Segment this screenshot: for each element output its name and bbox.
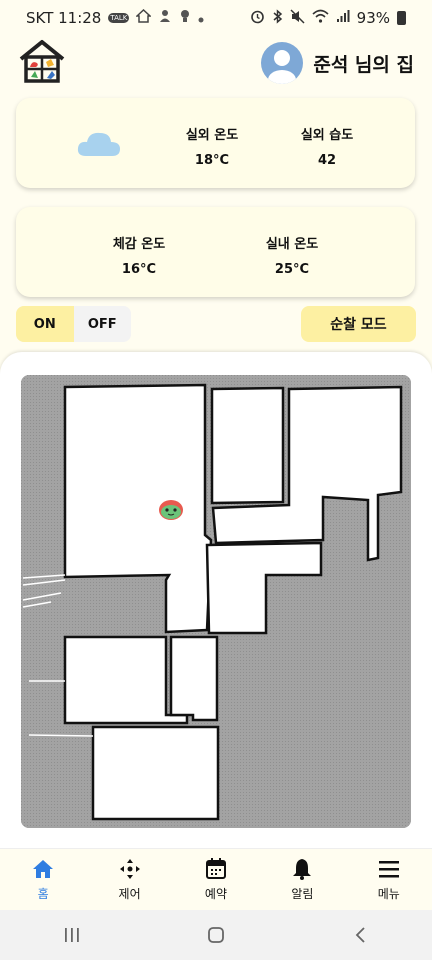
nav-menu[interactable]: 메뉴 <box>346 858 432 902</box>
nav-menu-label: 메뉴 <box>377 886 400 901</box>
lightbulb-notification-icon <box>179 9 191 27</box>
outdoor-temp-stat: 실외 온도 18°C <box>157 124 267 168</box>
system-home-button[interactable] <box>186 915 246 955</box>
battery-percent: 93% <box>356 9 390 27</box>
status-left: SKT 11:28 TALK <box>26 8 204 27</box>
alarm-icon <box>250 9 265 28</box>
calendar-icon <box>205 858 226 880</box>
signal-icon <box>336 9 350 27</box>
outdoor-temp-value: 18°C <box>194 153 230 168</box>
profile-area[interactable]: 준석 님의 집 <box>261 42 414 84</box>
nav-schedule[interactable]: 예약 <box>173 858 259 902</box>
wifi-icon <box>312 9 329 27</box>
bottom-room <box>91 725 220 821</box>
feels-like-value: 16°C <box>121 262 157 277</box>
weather-card: 실외 온도 18°C 실외 습도 42 <box>16 98 415 188</box>
feels-like-stat: 체감 온도 16°C <box>84 233 194 277</box>
power-toggle: ON OFF <box>16 306 131 342</box>
home-title: 준석 님의 집 <box>313 53 414 76</box>
indoor-temp-value: 25°C <box>274 262 310 277</box>
mute-icon <box>290 8 305 28</box>
back-chevron-icon <box>355 927 365 943</box>
carrier-time: SKT 11:28 <box>26 9 102 27</box>
app-header: 준석 님의 집 <box>0 36 432 90</box>
off-button[interactable]: OFF <box>73 306 131 342</box>
patrol-mode-button[interactable]: 순찰 모드 <box>301 306 416 342</box>
more-notifications-dot <box>198 9 204 27</box>
menu-icon <box>378 858 400 880</box>
talk-notification-icon: TALK <box>108 13 130 23</box>
outdoor-temp-label: 실외 온도 <box>185 128 239 143</box>
recent-apps-icon <box>65 928 79 942</box>
outdoor-humidity-value: 42 <box>317 153 337 168</box>
system-navigation-bar <box>0 910 432 960</box>
outdoor-humidity-label: 실외 습도 <box>300 128 354 143</box>
status-right: 93% <box>250 8 406 28</box>
bedroom-center <box>210 386 285 505</box>
bell-icon <box>292 858 312 880</box>
nav-alerts[interactable]: 알림 <box>259 858 345 902</box>
system-back-button[interactable] <box>330 915 390 955</box>
cloud-icon <box>76 128 122 162</box>
battery-icon <box>397 11 406 25</box>
home-icon <box>32 858 54 880</box>
system-home-icon <box>208 927 224 943</box>
indoor-temp-label: 실내 온도 <box>265 237 319 252</box>
bottom-navigation: 홈 제어 예약 알림 메뉴 <box>0 848 432 910</box>
nav-schedule-label: 예약 <box>204 886 228 901</box>
floor-map[interactable] <box>21 375 411 828</box>
bluetooth-icon <box>272 8 283 28</box>
indoor-card: 체감 온도 16°C 실내 온도 25°C <box>16 207 415 297</box>
indoor-temp-stat: 실내 온도 25°C <box>237 233 347 277</box>
recycle-notification-icon <box>158 9 172 27</box>
robot-icon[interactable] <box>159 500 183 520</box>
nav-control[interactable]: 제어 <box>87 858 173 902</box>
avatar[interactable] <box>261 42 304 84</box>
recent-apps-button[interactable] <box>42 915 102 955</box>
feels-like-label: 체감 온도 <box>112 237 166 252</box>
lower-middle-room <box>169 635 219 722</box>
home-app-notification-icon <box>135 8 153 27</box>
nav-alerts-label: 알림 <box>291 886 314 901</box>
nav-control-label: 제어 <box>118 886 141 901</box>
nav-home-label: 홈 <box>37 886 49 901</box>
nav-home[interactable]: 홈 <box>0 858 86 902</box>
outdoor-humidity-stat: 실외 습도 42 <box>272 124 382 168</box>
floor-plan-svg <box>21 375 411 828</box>
dpad-icon <box>119 858 141 880</box>
on-button[interactable]: ON <box>16 306 74 342</box>
app-logo[interactable] <box>18 39 66 87</box>
status-bar: SKT 11:28 TALK 93% <box>0 0 432 36</box>
